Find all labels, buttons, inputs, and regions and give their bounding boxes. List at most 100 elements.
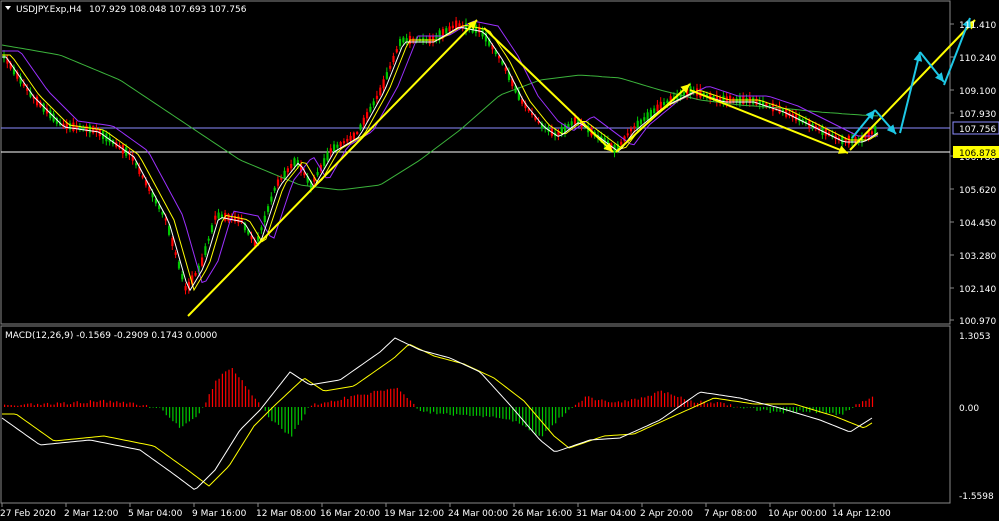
- candle-body: [356, 132, 359, 135]
- candle-body: [204, 246, 207, 256]
- candle-body: [210, 225, 214, 233]
- macd-histogram-bar: [357, 394, 359, 407]
- macd-histogram-bar: [772, 407, 775, 412]
- time-label: 10 Apr 00:00: [768, 509, 827, 519]
- candle-body: [379, 87, 382, 96]
- macd-title: MACD(12,26,9) -0.1569 -0.2909 0.1743 0.0…: [5, 331, 218, 341]
- macd-histogram-bar: [208, 394, 210, 407]
- macd-histogram-bar: [297, 407, 299, 425]
- macd-histogram-bar: [862, 401, 864, 407]
- macd-histogram-bar: [235, 373, 237, 407]
- macd-histogram-bar: [406, 397, 408, 407]
- macd-histogram-bar: [376, 390, 379, 407]
- macd-histogram-bar: [274, 407, 276, 423]
- macd-histogram-bar: [218, 378, 220, 407]
- price-tick: 102.140: [959, 285, 996, 295]
- macd-histogram-bar: [159, 407, 161, 408]
- macd-histogram-bar: [848, 407, 850, 410]
- macd-histogram-bar: [858, 403, 860, 407]
- macd-histogram-bar: [393, 388, 395, 407]
- macd-histogram-bar: [423, 407, 425, 412]
- macd-histogram-bar: [304, 407, 306, 415]
- macd-histogram-bar: [106, 402, 108, 407]
- macd-histogram-bar: [225, 371, 227, 407]
- macd-histogram-bar: [799, 407, 801, 411]
- macd-histogram-bar: [591, 397, 593, 407]
- candle-body: [620, 141, 623, 145]
- macd-histogram-bar: [53, 404, 55, 407]
- macd-histogram-bar: [291, 407, 293, 437]
- macd-histogram-bar: [871, 396, 874, 407]
- macd-histogram-bar: [340, 399, 342, 407]
- macd-histogram-bar: [13, 405, 16, 407]
- macd-histogram-bar: [70, 404, 72, 407]
- dropdown-arrow-icon[interactable]: [5, 6, 11, 10]
- macd-histogram-bar: [155, 407, 157, 409]
- candle-body: [372, 101, 375, 106]
- macd-histogram-bar: [690, 400, 692, 407]
- price-tick: 100.970: [959, 317, 996, 327]
- macd-histogram-bar: [145, 404, 148, 407]
- macd-histogram-bar: [83, 403, 85, 407]
- macd-histogram-bar: [452, 407, 454, 416]
- candle-body: [326, 152, 329, 161]
- macd-histogram-bar: [640, 397, 643, 407]
- candle-body: [359, 124, 362, 130]
- macd-histogram-bar: [710, 402, 712, 407]
- macd-histogram-bar: [604, 400, 606, 407]
- macd-histogram-bar: [782, 407, 784, 414]
- macd-histogram-bar: [221, 373, 223, 407]
- time-label: 24 Mar 00:00: [448, 509, 508, 519]
- macd-histogram-bar: [294, 407, 296, 429]
- candle-body: [227, 214, 230, 221]
- ohlc-values: 107.929 108.048 107.693 107.756: [89, 5, 247, 15]
- macd-histogram-bar: [99, 400, 101, 407]
- macd-histogram-bar: [17, 405, 19, 407]
- macd-histogram-bar: [386, 389, 388, 407]
- macd-histogram-bar: [614, 402, 616, 407]
- macd-histogram-bar: [713, 403, 715, 407]
- candle-body: [643, 117, 646, 121]
- macd-histogram-bar: [142, 405, 144, 407]
- candle-body: [870, 131, 874, 135]
- macd-histogram-bar: [485, 407, 487, 417]
- candle-body: [92, 126, 95, 133]
- candle-body: [141, 175, 144, 178]
- macd-histogram-bar: [578, 402, 580, 407]
- price-tick: 107.930: [959, 110, 996, 120]
- macd-histogram-bar: [228, 369, 230, 407]
- macd-histogram-bar: [360, 394, 362, 407]
- macd-histogram-bar: [815, 407, 817, 414]
- macd-histogram-bar: [581, 400, 583, 407]
- candle-body: [445, 28, 448, 34]
- macd-histogram-bar: [475, 407, 478, 416]
- trading-chart[interactable]: USDJPY.Exp,H4 107.929 108.048 107.693 10…: [0, 0, 999, 521]
- macd-histogram-bar: [607, 402, 610, 407]
- macd-histogram-bar: [4, 404, 6, 407]
- candle-body: [448, 26, 451, 32]
- macd-histogram-bar: [363, 394, 365, 407]
- macd-tick: 1.3053: [959, 332, 991, 342]
- candle-body: [273, 187, 276, 191]
- macd-histogram-bar: [185, 407, 187, 424]
- macd-histogram-bar: [132, 402, 134, 407]
- macd-histogram-bar: [502, 407, 504, 419]
- macd-histogram-bar: [416, 407, 418, 409]
- macd-histogram-bar: [390, 388, 392, 407]
- macd-histogram-bar: [238, 377, 240, 407]
- candle-body: [342, 141, 346, 144]
- candle-body: [286, 168, 289, 173]
- macd-histogram-bar: [109, 400, 111, 407]
- macd-histogram-bar: [129, 402, 131, 407]
- trend-arrow-up-main: [187, 19, 478, 317]
- macd-histogram-bar: [63, 402, 65, 407]
- macd-layer: [1, 337, 874, 490]
- candle-body: [630, 128, 633, 132]
- candle-body: [349, 135, 352, 141]
- macd-histogram-bar: [152, 407, 154, 408]
- candle-body: [135, 163, 138, 166]
- macd-histogram-bar: [673, 395, 676, 407]
- macd-histogram-bar: [611, 402, 613, 407]
- candle-body: [369, 106, 372, 112]
- macd-histogram-bar: [310, 405, 313, 407]
